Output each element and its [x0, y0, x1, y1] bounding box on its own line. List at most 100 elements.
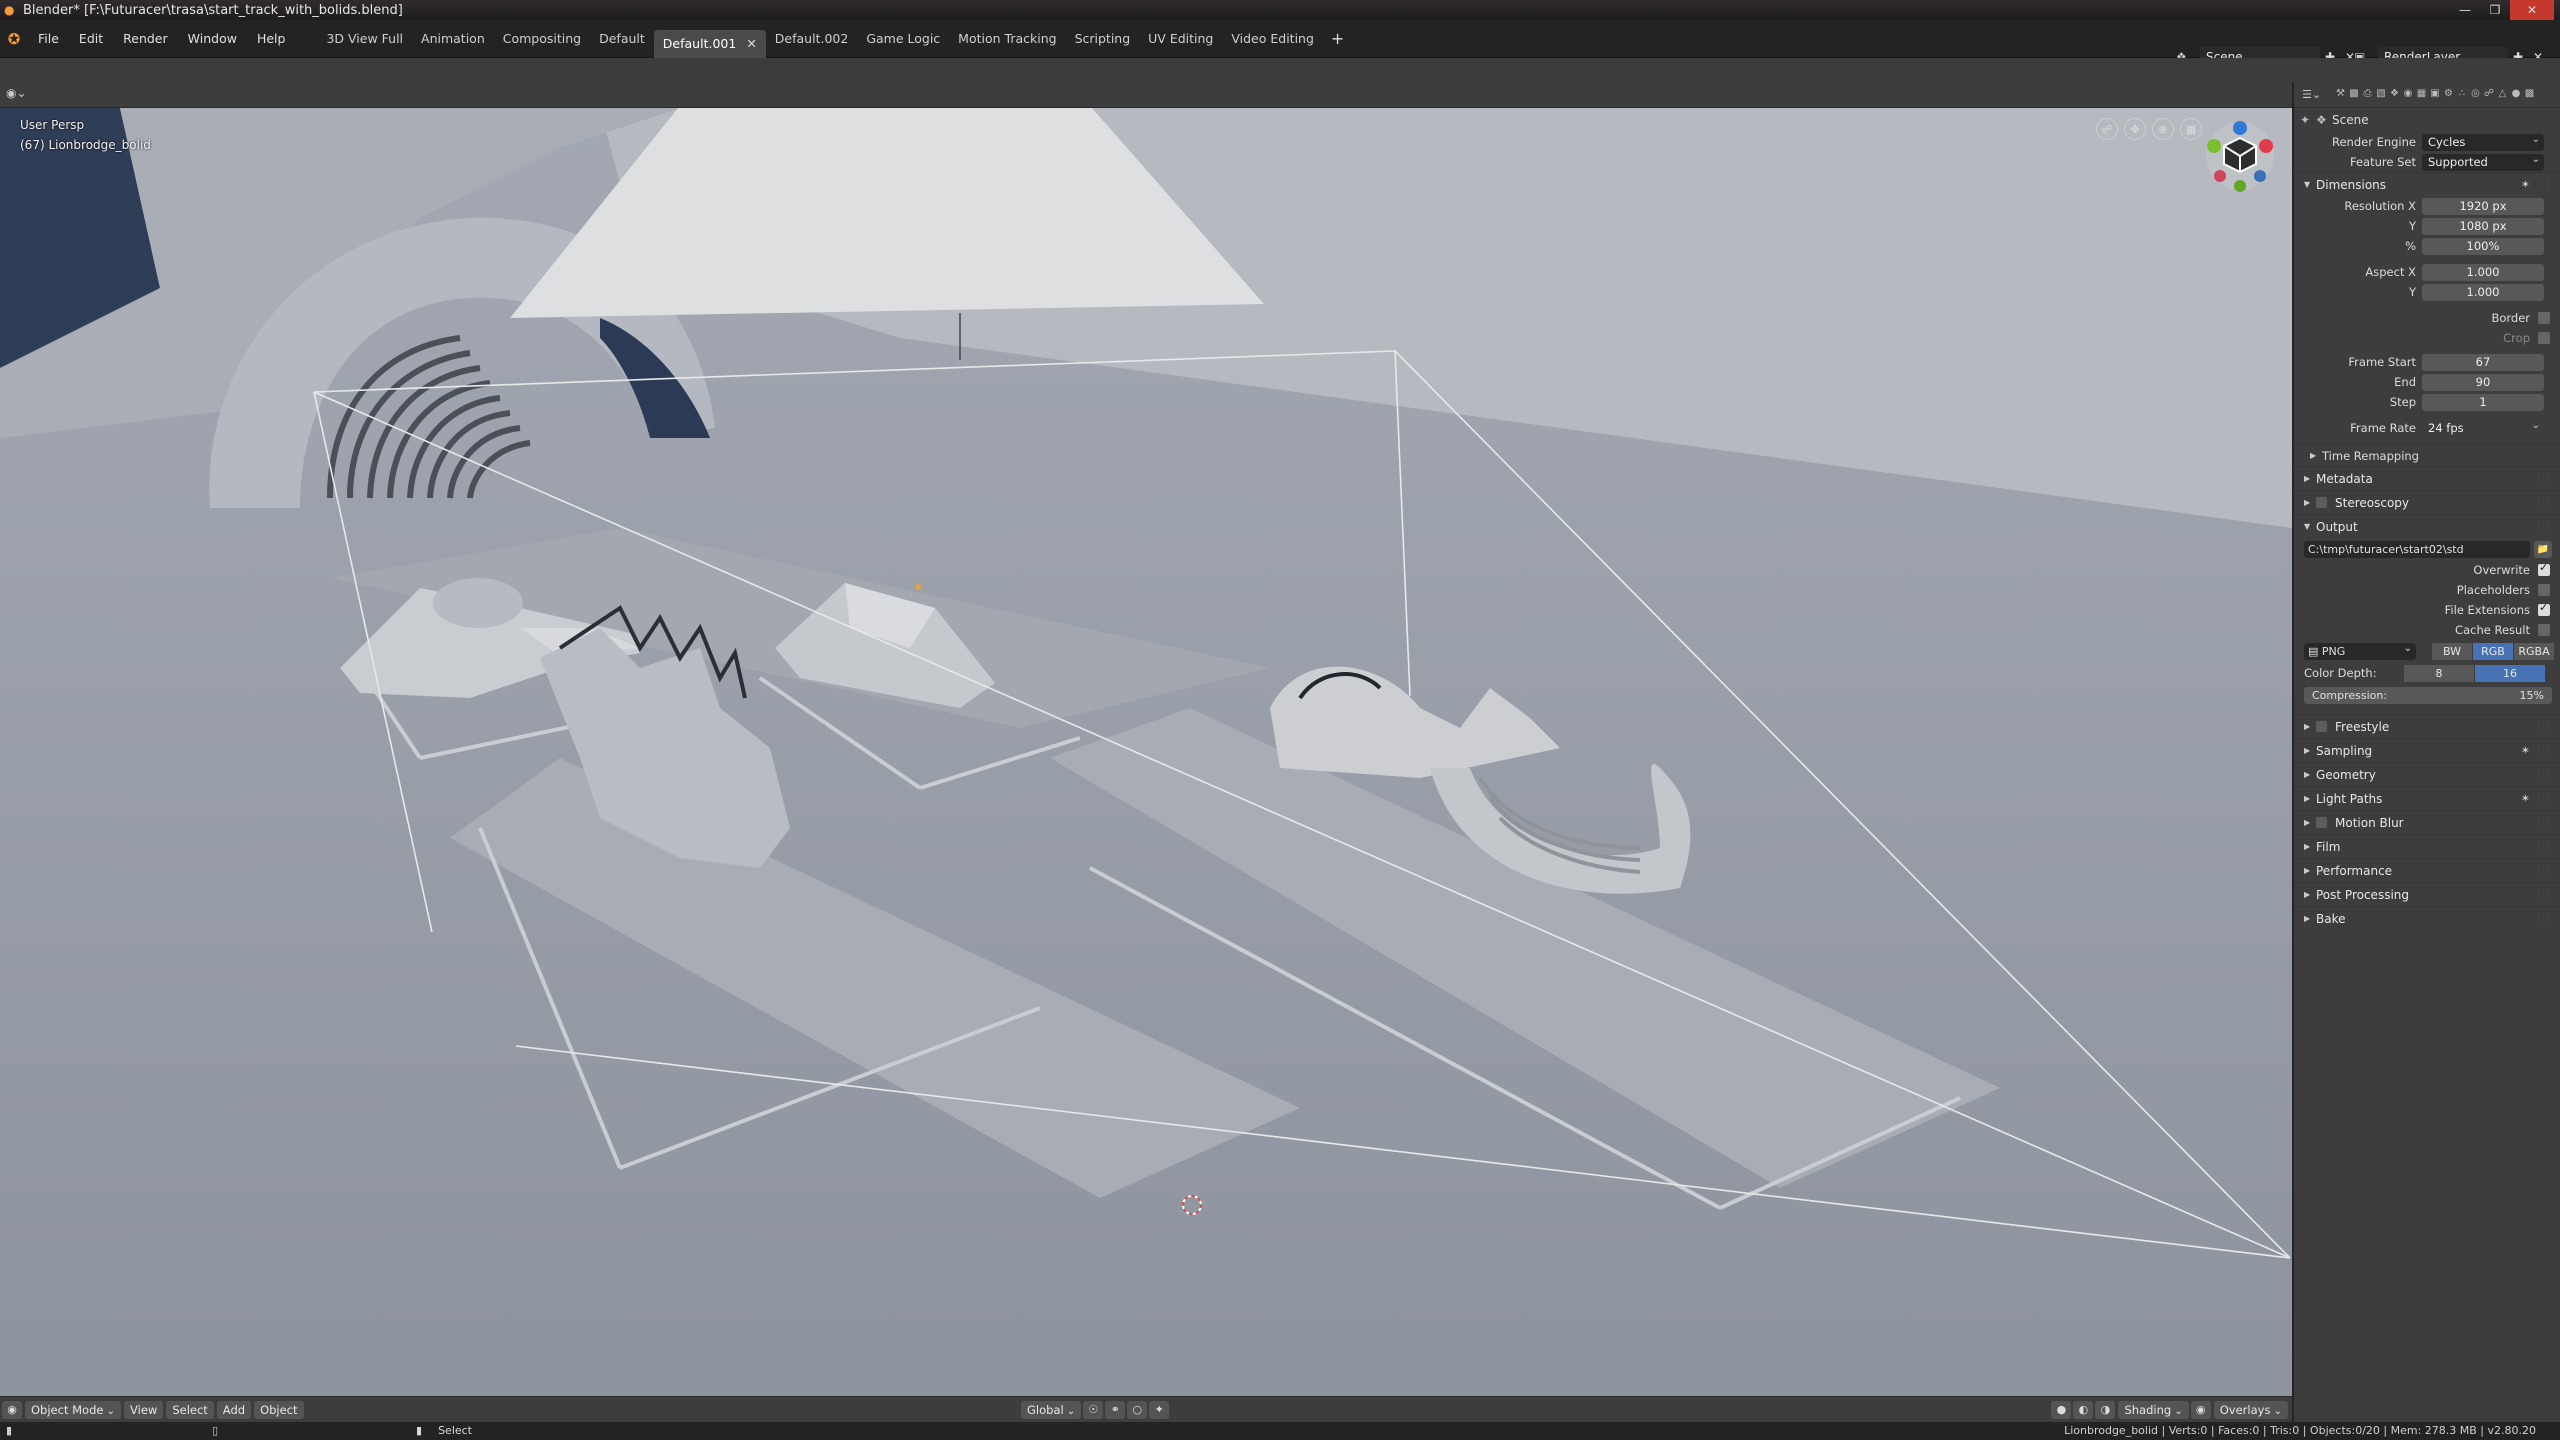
drag-grip-icon[interactable]: ⋮⋮ [2534, 914, 2552, 924]
cache-result-checkbox[interactable] [2538, 624, 2550, 636]
section-checkbox[interactable] [2316, 817, 2327, 828]
resolution-percent-field[interactable]: 100% [2422, 237, 2544, 255]
placeholders-checkbox[interactable] [2538, 584, 2550, 596]
proportional-icon[interactable]: ○ [1127, 1401, 1148, 1419]
menu-object[interactable]: Object [254, 1400, 304, 1419]
section-checkbox[interactable] [2316, 721, 2327, 732]
frame-rate-select[interactable]: 24 fps [2422, 417, 2544, 437]
texture-tab-icon[interactable]: ▩ [2523, 88, 2536, 102]
folder-browse-icon[interactable]: 📁 [2534, 540, 2552, 558]
drag-grip-icon[interactable]: ⋮⋮ [2534, 890, 2552, 900]
section-motion-blur[interactable]: ▶ Motion Blur ⋮⋮ [2294, 810, 2560, 834]
section-dimensions[interactable]: ▼ Dimensions ✶ ⋮⋮ [2294, 172, 2560, 196]
menu-view[interactable]: View [124, 1400, 164, 1419]
section-time-remapping[interactable]: ▶ Time Remapping [2294, 444, 2560, 466]
frame-step-field[interactable]: 1 [2422, 393, 2544, 411]
editor-type-footer-icon[interactable]: ◉ [2, 1400, 22, 1419]
rendered-shading-icon[interactable]: ◑ [2095, 1401, 2116, 1419]
preset-icon[interactable]: ✶ [2521, 792, 2530, 805]
material-shading-icon[interactable]: ◐ [2073, 1401, 2094, 1419]
workspace-tab-animation[interactable]: Animation [412, 27, 494, 51]
navigation-gizmo[interactable] [2200, 116, 2280, 196]
scene-tab-icon[interactable]: ❖ [2388, 88, 2401, 102]
editor-type-icon[interactable]: ◉⌄ [6, 86, 27, 100]
overlays-icon[interactable]: ◉ [2190, 1401, 2211, 1419]
overwrite-checkbox[interactable] [2538, 561, 2550, 576]
color-depth-8[interactable]: 8 [2404, 664, 2474, 682]
drag-grip-icon[interactable]: ⋮⋮ [2534, 794, 2552, 804]
world-tab-icon[interactable]: ◉ [2402, 88, 2415, 102]
ortho-toggle-icon[interactable]: ▦ [2180, 118, 2202, 140]
workspace-tab-scripting[interactable]: Scripting [1066, 27, 1140, 51]
section-output[interactable]: ▼ Output ⋮⋮ [2294, 514, 2560, 538]
snap-icon[interactable]: ⚭ [1105, 1401, 1126, 1419]
section-freestyle[interactable]: ▶ Freestyle ⋮⋮ [2294, 714, 2560, 738]
section-geometry[interactable]: ▶ Geometry ⋮⋮ [2294, 762, 2560, 786]
drag-grip-icon[interactable]: ⋮⋮ [2534, 770, 2552, 780]
section-metadata[interactable]: ▶ Metadata ⋮⋮ [2294, 466, 2560, 490]
workspace-tab-video-editing[interactable]: Video Editing [1222, 27, 1323, 51]
workspace-tab-motion-tracking[interactable]: Motion Tracking [949, 27, 1065, 51]
resolution-x-field[interactable]: 1920 px [2422, 197, 2544, 215]
blender-menu-icon[interactable]: ✪ [0, 30, 28, 48]
border-checkbox[interactable] [2538, 312, 2550, 324]
preset-icon[interactable]: ✶ [2521, 744, 2530, 757]
frame-start-field[interactable]: 67 [2422, 353, 2544, 371]
add-workspace-icon[interactable]: + [1323, 29, 1352, 48]
mode-selector[interactable]: Object Mode [25, 1400, 122, 1419]
file-format-select[interactable]: ▤ PNG [2304, 640, 2416, 660]
move-view-icon[interactable]: ✥ [2124, 118, 2146, 140]
preset-icon[interactable]: ✶ [2521, 178, 2530, 191]
minimize-button[interactable]: — [2450, 0, 2480, 20]
drag-grip-icon[interactable]: ⋮⋮ [2534, 498, 2552, 508]
drag-grip-icon[interactable]: ⋮⋮ [2534, 818, 2552, 828]
section-sampling[interactable]: ▶ Sampling ✶ ⋮⋮ [2294, 738, 2560, 762]
workspace-tab-game-logic[interactable]: Game Logic [857, 27, 949, 51]
render-tab-icon[interactable]: ▩ [2348, 88, 2361, 102]
menu-window[interactable]: Window [178, 27, 247, 51]
workspace-tab-uv-editing[interactable]: UV Editing [1139, 27, 1222, 51]
workspace-tab-3d-view-full[interactable]: 3D View Full [317, 27, 412, 51]
workspace-tab-default[interactable]: Default [590, 27, 654, 51]
feature-set-select[interactable]: Supported [2422, 151, 2544, 171]
drag-grip-icon[interactable]: ⋮⋮ [2534, 522, 2552, 532]
compression-slider[interactable]: Compression: 15% [2304, 686, 2552, 704]
stereoscopy-checkbox[interactable] [2316, 497, 2327, 508]
object-tab-icon[interactable]: ▣ [2429, 88, 2442, 102]
color-mode-rgba[interactable]: RGBA [2514, 642, 2554, 660]
workspace-tab-default-001[interactable]: Default.001 ✕ [653, 29, 766, 58]
camera-view-icon[interactable]: ☍ [2096, 118, 2118, 140]
tool-tab-icon[interactable]: ⚒ [2334, 88, 2347, 102]
output-tab-icon[interactable]: ⎙ [2361, 88, 2374, 102]
zoom-view-icon[interactable]: ⊕ [2152, 118, 2174, 140]
section-performance[interactable]: ▶ Performance ⋮⋮ [2294, 858, 2560, 882]
drag-grip-icon[interactable]: ⋮⋮ [2534, 474, 2552, 484]
section-post-processing[interactable]: ▶ Post Processing ⋮⋮ [2294, 882, 2560, 906]
pivot-icon[interactable]: ☉ [1083, 1401, 1104, 1419]
section-bake[interactable]: ▶ Bake ⋮⋮ [2294, 906, 2560, 930]
collection-tab-icon[interactable]: ▦ [2415, 88, 2428, 102]
aspect-x-field[interactable]: 1.000 [2422, 263, 2544, 281]
drag-grip-icon[interactable]: ⋮⋮ [2534, 722, 2552, 732]
gizmo-toggle-icon[interactable]: ✦ [1149, 1401, 1170, 1419]
pin-icon[interactable]: ✦ [2300, 113, 2316, 127]
section-light-paths[interactable]: ▶ Light Paths ✶ ⋮⋮ [2294, 786, 2560, 810]
color-mode-bw[interactable]: BW [2432, 642, 2472, 660]
properties-editor-type-icon[interactable]: ☰⌄ [2302, 88, 2328, 101]
color-depth-16[interactable]: 16 [2475, 664, 2545, 682]
close-tab-icon[interactable]: ✕ [746, 36, 756, 51]
section-stereoscopy[interactable]: ▶ Stereoscopy ⋮⋮ [2294, 490, 2560, 514]
shading-dropdown[interactable]: Shading [2118, 1401, 2189, 1419]
drag-grip-icon[interactable]: ⋮⋮ [2534, 866, 2552, 876]
menu-help[interactable]: Help [247, 27, 296, 51]
render-engine-select[interactable]: Cycles [2422, 131, 2544, 151]
constraints-tab-icon[interactable]: ☍ [2483, 88, 2496, 102]
menu-render[interactable]: Render [113, 27, 178, 51]
color-mode-rgb[interactable]: RGB [2473, 642, 2513, 660]
frame-end-field[interactable]: 90 [2422, 373, 2544, 391]
drag-grip-icon[interactable]: ⋮⋮ [2534, 746, 2552, 756]
material-tab-icon[interactable]: ● [2510, 88, 2523, 102]
transform-orientation[interactable]: Global [1021, 1401, 1082, 1419]
particles-tab-icon[interactable]: ∴ [2456, 88, 2469, 102]
drag-grip-icon[interactable]: ⋮⋮ [2534, 842, 2552, 852]
